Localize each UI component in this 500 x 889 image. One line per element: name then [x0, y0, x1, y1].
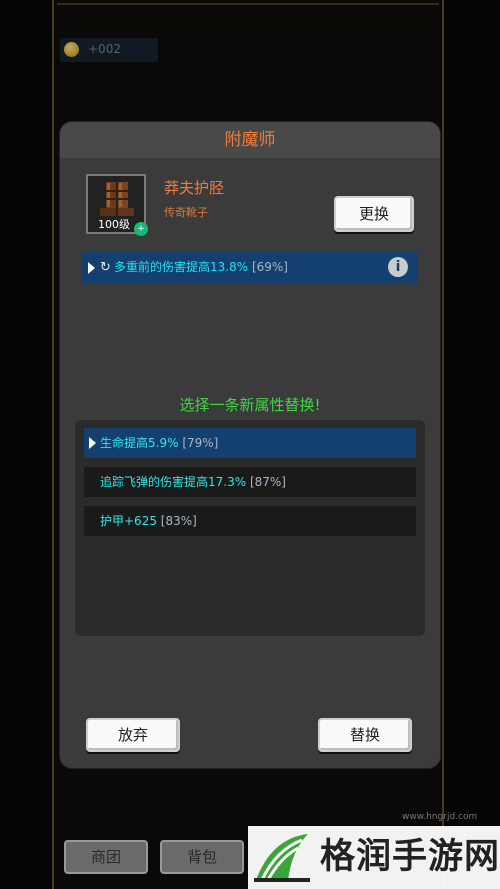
option-percent: [87%]	[249, 475, 286, 489]
option-row[interactable]: 生命提高5.9% [79%]	[84, 428, 416, 458]
current-attribute-text: 多重前的伤害提高13.8% [69%]	[114, 252, 288, 283]
coin-value: +002	[88, 42, 121, 56]
option-row[interactable]: 追踪飞弹的伤害提高17.3% [87%]	[84, 467, 416, 497]
upgrade-badge-icon: +	[134, 222, 148, 236]
current-attribute-percent: [69%]	[251, 260, 288, 274]
watermark-url: www.hngrjd.com	[402, 812, 478, 822]
options-panel: 生命提高5.9% [79%] 追踪飞弹的伤害提高17.3% [87%] 护甲+6…	[75, 420, 425, 636]
current-attribute-row[interactable]: ↻ 多重前的伤害提高13.8% [69%] i	[82, 252, 418, 283]
option-text: 生命提高5.9%	[100, 436, 179, 450]
watermark-brand: 格润手游网	[320, 837, 500, 877]
coin-icon	[64, 42, 79, 57]
replace-item-button[interactable]: 更换	[334, 196, 414, 232]
shop-button[interactable]: 商团	[64, 840, 148, 874]
play-icon	[88, 262, 95, 274]
play-icon	[89, 437, 96, 449]
item-name: 莽夫护胫	[164, 179, 225, 197]
enchanter-dialog: 附魔师 100级 + 莽夫护胫 传奇靴子 更换 ↻ 多重前的伤害提高13.8% …	[60, 122, 440, 768]
item-level: 100级	[98, 218, 130, 231]
swap-button[interactable]: 替换	[318, 718, 412, 752]
coin-counter: +002	[60, 38, 158, 62]
watermark-logo-icon	[254, 834, 310, 882]
info-icon[interactable]: i	[388, 257, 408, 277]
option-percent: [83%]	[160, 514, 197, 528]
abandon-button[interactable]: 放弃	[86, 718, 180, 752]
dialog-title: 附魔师	[60, 122, 440, 158]
option-text: 护甲+625	[100, 514, 157, 528]
option-percent: [79%]	[182, 436, 219, 450]
watermark: 格润手游网	[248, 826, 500, 889]
item-slot[interactable]: 100级 +	[86, 174, 148, 236]
item-type: 传奇靴子	[164, 206, 208, 219]
option-row[interactable]: 护甲+625 [83%]	[84, 506, 416, 536]
backpack-button[interactable]: 背包	[160, 840, 244, 874]
select-prompt: 选择一条新属性替换!	[179, 396, 321, 414]
current-attribute-value: 多重前的伤害提高13.8%	[114, 260, 249, 274]
boot-icon	[100, 182, 134, 216]
refresh-icon: ↻	[100, 260, 111, 275]
option-text: 追踪飞弹的伤害提高17.3%	[100, 475, 247, 489]
